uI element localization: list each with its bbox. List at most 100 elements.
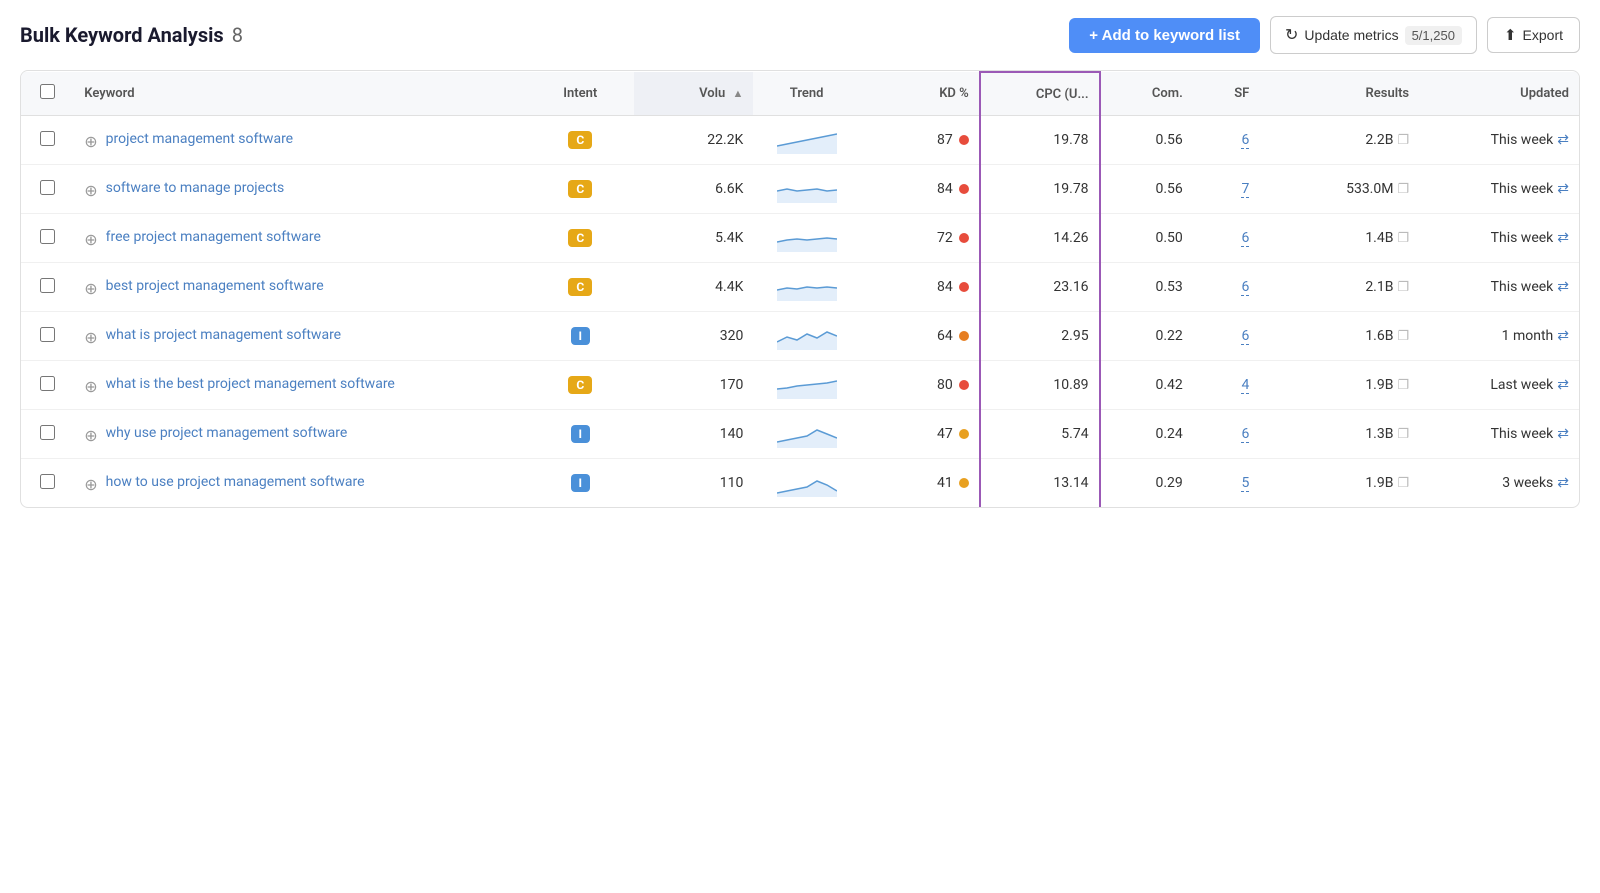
keyword-table-container: Keyword Intent Volu ▲ Trend KD % <box>20 70 1580 508</box>
row-checkbox-cell <box>21 312 74 361</box>
keyword-link[interactable]: best project management software <box>106 277 324 297</box>
keyword-cell: ⊕ software to manage projects <box>74 165 527 214</box>
kd-dot <box>959 184 969 194</box>
cpc-value: 10.89 <box>1053 377 1088 393</box>
results-value: 1.4B <box>1365 230 1393 246</box>
th-cpc[interactable]: CPC (U... <box>980 72 1100 116</box>
keyword-add-icon[interactable]: ⊕ <box>84 475 97 494</box>
keyword-add-icon[interactable]: ⊕ <box>84 328 97 347</box>
intent-cell: C <box>527 214 634 263</box>
results-cell: 1.4B ❐ <box>1259 214 1419 263</box>
add-to-keyword-list-button[interactable]: + Add to keyword list <box>1069 18 1260 53</box>
kd-value: 64 <box>937 328 953 344</box>
updated-cell: Last week ⇄ <box>1419 361 1579 410</box>
kd-dot <box>959 331 969 341</box>
kd-cell: 47 <box>860 410 980 459</box>
keyword-link[interactable]: project management software <box>106 130 293 150</box>
update-metrics-button[interactable]: ↻ Update metrics 5/1,250 <box>1270 16 1477 54</box>
row-checkbox-cell <box>21 263 74 312</box>
page-header: Bulk Keyword Analysis 8 + Add to keyword… <box>20 16 1580 54</box>
th-keyword: Keyword <box>74 72 527 116</box>
kd-value: 84 <box>937 181 953 197</box>
keyword-add-icon[interactable]: ⊕ <box>84 132 97 151</box>
th-cpc-label: CPC (U... <box>1036 87 1089 102</box>
sf-link[interactable]: 6 <box>1241 230 1249 247</box>
intent-badge: C <box>568 131 592 149</box>
sf-cell: 6 <box>1193 214 1260 263</box>
sf-cell: 7 <box>1193 165 1260 214</box>
intent-cell: C <box>527 361 634 410</box>
row-checkbox[interactable] <box>40 131 55 146</box>
results-value: 533.0M <box>1346 181 1393 197</box>
kd-value: 72 <box>937 230 953 246</box>
keyword-link[interactable]: why use project management software <box>106 424 348 444</box>
keyword-link[interactable]: how to use project management software <box>106 473 365 493</box>
keyword-link[interactable]: what is project management software <box>106 326 341 346</box>
volume-value: 170 <box>720 377 744 393</box>
th-intent-label: Intent <box>563 86 597 101</box>
com-value: 0.29 <box>1155 475 1182 491</box>
cpc-cell: 19.78 <box>980 116 1100 165</box>
row-refresh-icon[interactable]: ⇄ <box>1557 181 1569 197</box>
cpc-cell: 23.16 <box>980 263 1100 312</box>
keyword-link[interactable]: software to manage projects <box>106 179 285 199</box>
row-checkbox[interactable] <box>40 327 55 342</box>
trend-cell <box>753 459 860 508</box>
row-refresh-icon[interactable]: ⇄ <box>1557 328 1569 344</box>
row-refresh-icon[interactable]: ⇄ <box>1557 426 1569 442</box>
sf-link[interactable]: 6 <box>1241 426 1249 443</box>
keyword-add-icon[interactable]: ⊕ <box>84 181 97 200</box>
results-icon: ❐ <box>1397 133 1409 148</box>
th-kd[interactable]: KD % <box>860 72 980 116</box>
kd-cell: 80 <box>860 361 980 410</box>
row-refresh-icon[interactable]: ⇄ <box>1557 230 1569 246</box>
sf-cell: 6 <box>1193 116 1260 165</box>
row-refresh-icon[interactable]: ⇄ <box>1557 475 1569 491</box>
results-icon: ❐ <box>1397 329 1409 344</box>
keyword-add-icon[interactable]: ⊕ <box>84 230 97 249</box>
table-header-row: Keyword Intent Volu ▲ Trend KD % <box>21 72 1579 116</box>
intent-cell: C <box>527 116 634 165</box>
keyword-link[interactable]: what is the best project management soft… <box>106 375 395 395</box>
kd-dot <box>959 282 969 292</box>
select-all-checkbox[interactable] <box>40 84 55 99</box>
export-button[interactable]: ⬆ Export <box>1487 17 1580 53</box>
intent-badge: I <box>571 425 591 443</box>
row-checkbox[interactable] <box>40 229 55 244</box>
row-checkbox[interactable] <box>40 376 55 391</box>
keyword-cell: ⊕ what is the best project management so… <box>74 361 527 410</box>
com-value: 0.42 <box>1155 377 1182 393</box>
th-results: Results <box>1259 72 1419 116</box>
row-checkbox[interactable] <box>40 278 55 293</box>
row-checkbox[interactable] <box>40 425 55 440</box>
export-label: Export <box>1523 27 1563 43</box>
row-checkbox-cell <box>21 116 74 165</box>
sf-link[interactable]: 7 <box>1241 181 1249 198</box>
row-checkbox[interactable] <box>40 474 55 489</box>
sf-link[interactable]: 5 <box>1241 475 1249 492</box>
volume-cell: 4.4K <box>634 263 754 312</box>
sf-link[interactable]: 4 <box>1241 377 1249 394</box>
updated-cell: This week ⇄ <box>1419 116 1579 165</box>
sf-link[interactable]: 6 <box>1241 328 1249 345</box>
update-metrics-label: Update metrics <box>1304 27 1398 43</box>
keyword-add-icon[interactable]: ⊕ <box>84 377 97 396</box>
row-refresh-icon[interactable]: ⇄ <box>1557 132 1569 148</box>
th-updated-label: Updated <box>1520 86 1569 101</box>
volume-value: 140 <box>720 426 744 442</box>
keyword-add-icon[interactable]: ⊕ <box>84 279 97 298</box>
keyword-link[interactable]: free project management software <box>106 228 321 248</box>
sf-link[interactable]: 6 <box>1241 132 1249 149</box>
row-refresh-icon[interactable]: ⇄ <box>1557 377 1569 393</box>
sf-link[interactable]: 6 <box>1241 279 1249 296</box>
table-row: ⊕ free project management software C 5.4… <box>21 214 1579 263</box>
row-refresh-icon[interactable]: ⇄ <box>1557 279 1569 295</box>
table-row: ⊕ best project management software C 4.4… <box>21 263 1579 312</box>
volume-cell: 140 <box>634 410 754 459</box>
keyword-add-icon[interactable]: ⊕ <box>84 426 97 445</box>
row-checkbox[interactable] <box>40 180 55 195</box>
com-cell: 0.22 <box>1100 312 1193 361</box>
th-volume[interactable]: Volu ▲ <box>634 72 754 116</box>
keyword-count: 8 <box>232 23 243 47</box>
updated-value: This week <box>1491 181 1554 197</box>
